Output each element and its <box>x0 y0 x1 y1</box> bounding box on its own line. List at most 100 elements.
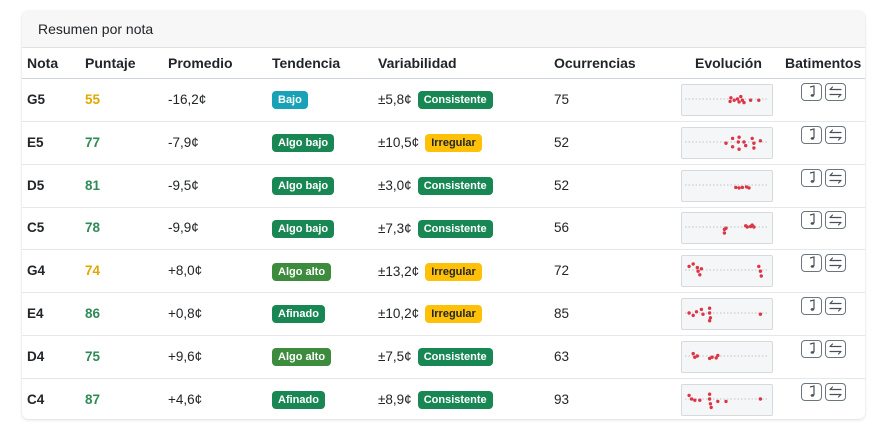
evolution-point <box>708 401 713 406</box>
variability-badge: Consistente <box>417 177 493 196</box>
variability-badge: Consistente <box>417 91 493 110</box>
beats-button[interactable] <box>825 125 846 144</box>
variability-cell: ±10,2¢ Irregular <box>378 293 482 335</box>
table-row: C4 87 +4,6¢ Afinado ±8,9¢ Consistente 93 <box>22 379 865 419</box>
trend-badge: Afinado <box>272 391 325 410</box>
evolution-point <box>716 399 720 403</box>
music-note-icon <box>809 384 815 397</box>
play-note-button[interactable] <box>801 339 822 358</box>
variability-cell: ±13,2¢ Irregular <box>378 250 482 292</box>
evolution-point <box>745 225 749 230</box>
evolution-point <box>691 313 695 318</box>
beats-button[interactable] <box>825 254 846 273</box>
trend-cell: Algo alto <box>272 336 332 378</box>
play-note-button[interactable] <box>801 211 822 230</box>
variability-badge: Irregular <box>425 305 482 324</box>
occurrences-count: 52 <box>554 134 570 150</box>
evolution-point <box>707 319 712 323</box>
col-beats: Batimentos <box>785 55 862 71</box>
evolution-point <box>707 392 712 396</box>
evolution-point <box>708 316 713 320</box>
evolution-point <box>698 398 702 402</box>
trend-cell: Afinado <box>272 379 325 419</box>
evolution-point <box>752 225 756 230</box>
beats-button[interactable] <box>825 382 846 401</box>
arrows-exchange-icon <box>829 214 842 226</box>
variability-value: ±5,8¢ <box>378 92 412 108</box>
average-deviation: -16,2¢ <box>168 92 207 107</box>
variability-cell: ±3,0¢ Consistente <box>378 165 493 207</box>
note-name: C5 <box>27 220 45 236</box>
table-header: Nota Puntaje Promedio Tendencia Variabil… <box>22 48 865 79</box>
evolution-point <box>687 264 691 269</box>
play-note-button[interactable] <box>801 297 822 315</box>
evolution-point <box>709 405 713 409</box>
variability-badge: Consistente <box>417 348 493 367</box>
evolution-point <box>734 185 738 189</box>
card-header: Resumen por nota <box>22 11 865 48</box>
trend-badge: Algo alto <box>272 348 332 367</box>
occurrences-count: 56 <box>554 220 570 236</box>
beats-button[interactable] <box>825 339 846 358</box>
evolution-point <box>737 147 741 151</box>
beats-button[interactable] <box>825 297 846 315</box>
evolution-point <box>739 94 743 99</box>
evolution-point <box>742 100 746 105</box>
table-row: C5 78 -9,9¢ Algo bajo ±7,3¢ Consistente 56 <box>22 207 865 251</box>
variability-cell: ±7,3¢ Consistente <box>378 207 493 249</box>
trend-badge: Afinado <box>272 305 325 324</box>
evolution-point <box>698 273 702 277</box>
evolution-sparkline <box>681 298 773 330</box>
arrows-exchange-icon <box>829 129 842 141</box>
play-note-button[interactable] <box>801 382 822 401</box>
average-deviation: +4,6¢ <box>168 391 203 407</box>
play-note-button[interactable] <box>801 168 822 187</box>
evolution-point <box>730 136 735 140</box>
play-note-button[interactable] <box>801 125 822 144</box>
play-note-button[interactable] <box>801 83 822 101</box>
music-note-icon <box>809 128 815 140</box>
occurrences-count: 63 <box>554 348 570 364</box>
evolution-point <box>736 140 740 144</box>
beats-button[interactable] <box>825 211 846 230</box>
col-evolution: Evolución <box>695 55 762 71</box>
note-name: D4 <box>27 348 45 364</box>
evolution-point <box>758 396 763 401</box>
evolution-point <box>742 140 746 144</box>
average-deviation: +8,0¢ <box>168 263 203 279</box>
average-deviation: -9,5¢ <box>168 177 199 193</box>
trend-badge: Algo alto <box>272 262 332 281</box>
col-average: Promedio <box>168 55 233 71</box>
col-note: Nota <box>27 55 59 71</box>
beats-button[interactable] <box>825 83 846 101</box>
score-value: 86 <box>85 306 101 321</box>
trend-cell: Bajo <box>272 79 308 121</box>
score-value: 87 <box>85 391 101 407</box>
play-note-button[interactable] <box>801 254 822 273</box>
evolution-point <box>695 354 699 358</box>
evolution-point <box>729 96 733 100</box>
arrows-exchange-icon <box>829 257 842 269</box>
evolution-sparkline <box>681 340 773 373</box>
variability-badge: Irregular <box>425 262 482 281</box>
table-row: E4 86 +0,8¢ Afinado ±10,2¢ Irregular 85 <box>22 293 865 336</box>
trend-cell: Algo bajo <box>272 207 335 249</box>
music-note-icon <box>809 170 815 183</box>
evolution-point <box>730 144 735 149</box>
evolution-point <box>724 399 728 403</box>
arrows-exchange-icon <box>829 385 842 398</box>
evolution-point <box>757 98 761 102</box>
col-variability: Variabilidad <box>378 55 457 71</box>
trend-cell: Algo bajo <box>272 122 335 164</box>
evolution-sparkline <box>681 126 773 159</box>
occurrences-count: 75 <box>554 92 570 107</box>
table-row: E5 77 -7,9¢ Algo bajo ±10,5¢ Irregular 52 <box>22 122 865 165</box>
evolution-point <box>696 269 700 274</box>
trend-cell: Algo bajo <box>272 165 335 207</box>
evolution-point <box>724 141 728 145</box>
note-name: G4 <box>27 263 46 279</box>
score-value: 78 <box>85 220 101 236</box>
beats-button[interactable] <box>825 168 846 187</box>
evolution-sparkline <box>681 383 773 416</box>
variability-cell: ±8,9¢ Consistente <box>378 379 493 419</box>
